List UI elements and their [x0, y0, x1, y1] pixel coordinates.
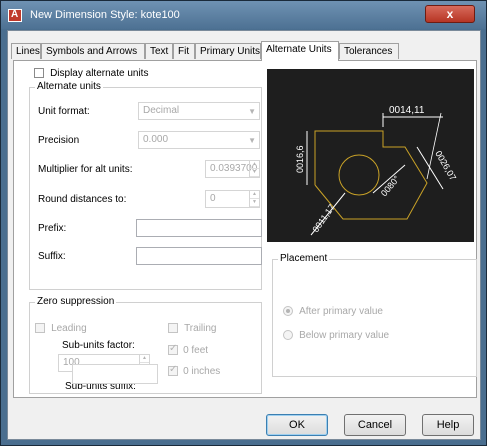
zero-feet-row[interactable]: 0 feet	[168, 344, 208, 356]
zero-inches-checkbox[interactable]	[168, 366, 178, 377]
zero-feet-checkbox[interactable]	[168, 345, 178, 356]
precision-select[interactable]: 0.000 ▼	[138, 131, 260, 149]
trailing-label: Trailing	[184, 323, 217, 334]
dim-text-angle: 0080°	[379, 173, 402, 198]
below-primary-radio[interactable]	[283, 330, 293, 341]
dim-text-left: 0016,6	[295, 145, 305, 173]
app-icon	[8, 9, 22, 22]
after-primary-radio[interactable]	[283, 306, 293, 317]
cancel-button[interactable]: Cancel	[344, 414, 406, 436]
below-primary-row[interactable]: Below primary value	[283, 329, 389, 341]
alternate-units-panel: Display alternate units Alternate units …	[13, 60, 477, 398]
chevron-down-icon: ▼	[248, 136, 256, 145]
round-distances-field[interactable]: 0 ▲ ▼	[205, 190, 260, 208]
leading-label: Leading	[51, 323, 87, 334]
after-primary-label: After primary value	[299, 306, 383, 317]
sub-units-suffix-input[interactable]	[72, 364, 158, 384]
precision-label: Precision	[38, 135, 80, 146]
prefix-label: Prefix:	[38, 223, 67, 234]
tab-alternate-units[interactable]: Alternate Units	[261, 41, 339, 61]
trailing-row[interactable]: Trailing	[168, 322, 216, 334]
leading-checkbox[interactable]	[35, 323, 45, 334]
unit-format-select[interactable]: Decimal ▼	[138, 102, 260, 120]
placement-group: Placement After primary value Below prim…	[272, 253, 477, 377]
after-primary-row[interactable]: After primary value	[283, 305, 383, 317]
multiplier-spinner[interactable]: ▲ ▼	[249, 161, 259, 177]
tab-primary-units[interactable]: Primary Units	[195, 43, 261, 59]
help-button[interactable]: Help	[422, 414, 474, 436]
unit-format-label: Unit format:	[38, 106, 90, 117]
below-primary-label: Below primary value	[299, 330, 390, 341]
alternate-units-group: Alternate units Unit format: Decimal ▼ P…	[29, 81, 262, 290]
tab-lines[interactable]: Lines	[11, 43, 41, 59]
dim-ext-line	[426, 112, 442, 180]
display-alt-units-label: Display alternate units	[50, 68, 149, 79]
zero-inches-label: 0 inches	[183, 366, 221, 377]
prefix-input[interactable]	[136, 219, 262, 237]
tab-fit[interactable]: Fit	[173, 43, 195, 59]
tab-symbols-and-arrows[interactable]: Symbols and Arrows	[41, 43, 145, 59]
tab-tolerances[interactable]: Tolerances	[339, 43, 399, 59]
round-distances-label: Round distances to:	[38, 194, 127, 205]
chevron-down-icon: ▼	[248, 107, 256, 116]
precision-value: 0.000	[143, 134, 169, 145]
suffix-input[interactable]	[136, 247, 262, 265]
window-title: New Dimension Style: kote100	[30, 9, 180, 21]
alternate-units-group-title: Alternate units	[35, 81, 103, 92]
preview-drawing: 0014,11 0016,6 0026,07 0080° 0011,17	[295, 105, 458, 236]
part-hole	[338, 154, 380, 196]
leading-row[interactable]: Leading	[35, 322, 87, 334]
display-alt-units-checkbox[interactable]	[34, 68, 44, 79]
zero-suppression-title: Zero suppression	[35, 296, 117, 307]
multiplier-label: Multiplier for alt units:	[38, 164, 133, 175]
dim-text-right: 0026,07	[433, 149, 458, 182]
zero-inches-row[interactable]: 0 inches	[168, 365, 220, 377]
title-bar[interactable]: New Dimension Style: kote100 x	[1, 1, 486, 29]
zero-feet-label: 0 feet	[183, 345, 209, 356]
unit-format-value: Decimal	[143, 105, 180, 116]
display-alt-units-row[interactable]: Display alternate units	[34, 67, 148, 79]
trailing-checkbox[interactable]	[168, 323, 178, 334]
round-distances-value: 0	[210, 193, 216, 204]
round-distances-spinner[interactable]: ▲ ▼	[249, 191, 259, 207]
dim-text-bottom: 0011,17	[310, 202, 336, 234]
sub-units-factor-label: Sub-units factor:	[62, 340, 135, 351]
multiplier-field[interactable]: 0.0393700 ▲ ▼	[205, 160, 260, 178]
suffix-label: Suffix:	[38, 251, 66, 262]
placement-title: Placement	[278, 253, 330, 264]
dimension-preview: 0014,11 0016,6 0026,07 0080° 0011,17	[267, 69, 474, 242]
dialog-window: New Dimension Style: kote100 x Lines Sym…	[0, 0, 487, 446]
tab-text[interactable]: Text	[145, 43, 173, 59]
dialog-client: Lines Symbols and Arrows Text Fit Primar…	[7, 30, 481, 440]
close-button[interactable]: x	[425, 5, 475, 23]
dim-text-top: 0014,11	[389, 105, 425, 116]
ok-button[interactable]: OK	[266, 414, 328, 436]
